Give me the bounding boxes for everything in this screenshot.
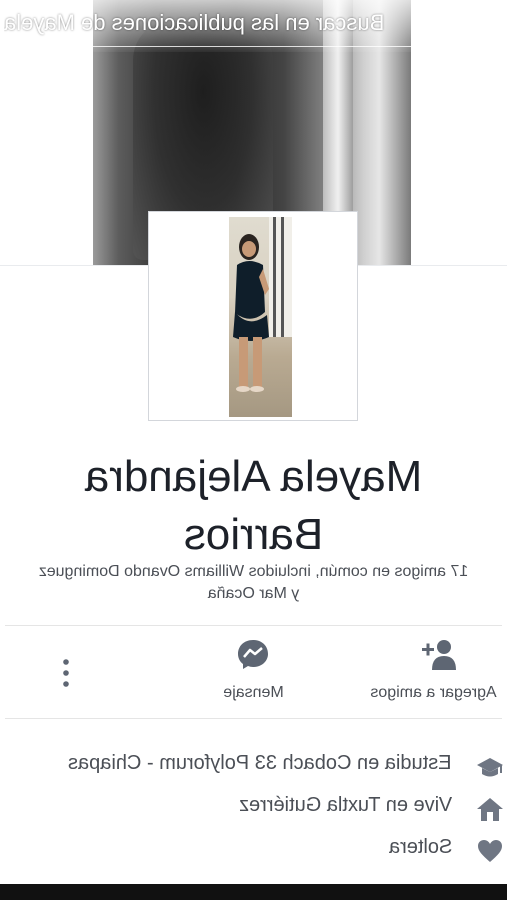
bottom-bar	[0, 884, 507, 900]
profile-name-line2: Barrios	[183, 510, 324, 559]
mutual-friends-line1: 17 amigos en común, incluidos Williams O…	[38, 563, 469, 580]
actions-top-divider	[5, 625, 502, 626]
info-row-location[interactable]: Vive en Tuxtla Gutiérrez	[0, 794, 507, 824]
message-label: Mensaje	[223, 684, 284, 701]
forward-arrow-icon[interactable]	[474, 9, 506, 41]
actions-bottom-divider	[5, 718, 502, 719]
info-row-relationship[interactable]: Soltera	[0, 836, 507, 866]
add-friend-label: Agregar a amigos	[370, 684, 497, 701]
more-options-button[interactable]	[40, 638, 92, 708]
info-row-education[interactable]: Estudia en Cobach 33 Polyforum - Chiapas	[0, 752, 507, 782]
profile-name: Mayela Alejandra Barrios	[0, 448, 507, 564]
profile-name-line1: Mayela Alejandra	[84, 452, 423, 501]
search-underline	[4, 46, 420, 47]
location-text: Vive en Tuxtla Gutiérrez	[238, 794, 452, 816]
messenger-icon	[238, 640, 268, 669]
mutual-friends-line2: y Mar Ocaña	[207, 585, 300, 602]
search-input[interactable]: Buscar en las publicaciones de Mayela	[4, 10, 414, 40]
home-icon	[477, 798, 503, 821]
graduation-cap-icon	[477, 758, 503, 777]
profile-picture-frame[interactable]	[148, 211, 358, 421]
more-icon	[63, 659, 69, 687]
relationship-text: Soltera	[388, 836, 452, 858]
add-friend-icon	[422, 640, 456, 670]
profile-picture[interactable]	[229, 217, 292, 417]
message-button[interactable]: Mensaje	[190, 638, 317, 708]
search-bar: Buscar en las publicaciones de Mayela	[0, 0, 507, 52]
add-friend-button[interactable]: Agregar a amigos	[360, 638, 507, 708]
heart-icon	[478, 840, 502, 862]
education-text: Estudia en Cobach 33 Polyforum - Chiapas	[68, 752, 452, 774]
profile-person-illustration	[233, 217, 292, 392]
search-icon[interactable]	[416, 12, 442, 38]
mutual-friends[interactable]: 17 amigos en común, incluidos Williams O…	[0, 561, 507, 605]
